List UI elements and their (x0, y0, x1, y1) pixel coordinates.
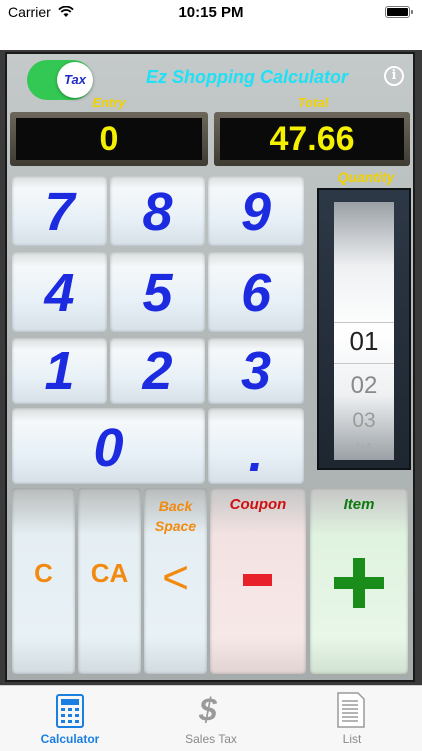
key-7[interactable]: 7 (12, 176, 107, 246)
quantity-picker[interactable]: 01 02 03 04 (317, 188, 411, 470)
key-decimal[interactable]: . (208, 408, 304, 484)
tab-sales-tax[interactable]: $ Sales Tax (141, 686, 281, 751)
key-9-label: 9 (240, 182, 272, 242)
key-5[interactable]: 5 (110, 252, 205, 332)
key-0[interactable]: 0 (12, 408, 205, 484)
key-2-label: 2 (142, 341, 173, 401)
quantity-drum[interactable]: 01 02 03 04 (334, 202, 394, 460)
total-value: 47.66 (220, 118, 404, 160)
clear-button[interactable]: C (12, 488, 75, 674)
quantity-option-selected[interactable]: 01 (334, 326, 394, 357)
key-6-label: 6 (240, 263, 272, 323)
info-icon[interactable]: i (384, 66, 404, 86)
key-3-label: 3 (240, 341, 272, 401)
quantity-option[interactable]: 03 (334, 409, 394, 433)
key-0-label: 0 (93, 418, 124, 478)
entry-display: 0 (10, 112, 208, 166)
dollar-icon: $ (199, 692, 217, 728)
backspace-icon: < (162, 551, 189, 603)
key-7-label: 7 (44, 182, 75, 242)
backspace-button[interactable]: Back Space < (144, 488, 207, 674)
calculator-icon (56, 694, 84, 733)
list-document-icon (336, 692, 366, 733)
coupon-button[interactable]: Coupon (210, 488, 306, 674)
key-4[interactable]: 4 (12, 252, 107, 332)
plus-icon-vertical (353, 558, 365, 608)
battery-icon (385, 6, 413, 18)
status-time: 10:15 PM (178, 4, 244, 21)
clear-all-button[interactable]: CA (78, 488, 141, 674)
clear-all-label: CA (90, 558, 129, 588)
key-decimal-label: . (248, 423, 264, 483)
entry-value: 0 (16, 118, 202, 160)
tab-bar: Calculator $ Sales Tax List (0, 685, 422, 751)
key-4-label: 4 (44, 263, 75, 323)
tax-toggle-label: Tax (64, 72, 86, 87)
tab-list[interactable]: List (282, 686, 422, 751)
key-2[interactable]: 2 (110, 338, 205, 404)
key-6[interactable]: 6 (208, 252, 304, 332)
entry-label: Entry (92, 95, 126, 110)
clear-label: C (34, 558, 53, 588)
key-9[interactable]: 9 (208, 176, 304, 246)
tab-calculator[interactable]: Calculator (0, 686, 140, 751)
key-5-label: 5 (142, 263, 173, 323)
key-1-label: 1 (44, 341, 75, 401)
minus-icon (243, 574, 272, 586)
key-3[interactable]: 3 (208, 338, 304, 404)
tab-sales-tax-label: Sales Tax (185, 732, 237, 746)
app-title: Ez Shopping Calculator (146, 67, 349, 87)
backspace-label: Back Space (154, 498, 197, 534)
item-label: Item (343, 496, 375, 513)
total-label: Total (297, 95, 329, 110)
key-8-label: 8 (142, 182, 173, 242)
key-8[interactable]: 8 (110, 176, 205, 246)
tab-calculator-label: Calculator (40, 732, 100, 746)
key-1[interactable]: 1 (12, 338, 107, 404)
status-bar: Carrier 10:15 PM (0, 0, 422, 26)
quantity-option[interactable]: 04 (334, 441, 394, 451)
toggle-knob: Tax (57, 62, 93, 98)
add-item-button[interactable]: Item (310, 488, 408, 674)
quantity-option[interactable]: 02 (334, 372, 394, 400)
total-display: 47.66 (214, 112, 410, 166)
tab-list-label: List (342, 732, 362, 746)
quantity-label: Quantity (337, 169, 395, 185)
coupon-label: Coupon (229, 496, 287, 513)
tax-toggle[interactable]: Tax (27, 60, 93, 100)
